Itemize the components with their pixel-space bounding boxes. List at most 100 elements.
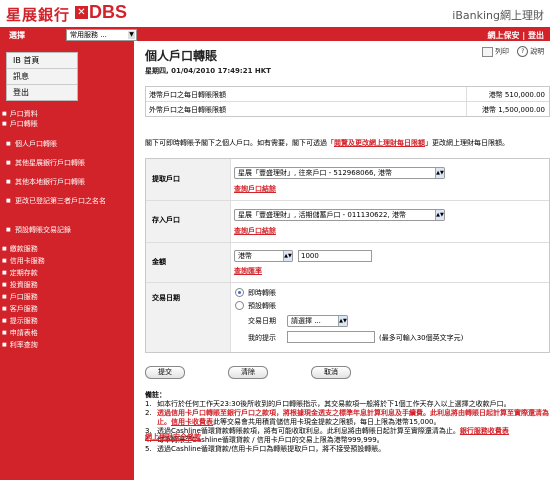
to-balance-link[interactable]: 查詢戶口結餘 [234, 226, 276, 236]
memo-label: 我的提示 [248, 334, 276, 342]
select-label: 選擇 [9, 31, 25, 40]
note-number: 2. [145, 409, 152, 417]
quick-nav-home[interactable]: IB 首頁 [7, 53, 77, 69]
form-row-amount: 金額 港幣 ▲▼ 1000 查詢匯率 [146, 243, 549, 283]
nav-interest-rates[interactable]: 利率查詢 [2, 340, 38, 350]
exchange-rate-link[interactable]: 查詢匯率 [234, 266, 262, 276]
note-text: 如本行於任何工作天23:30後所收到的戶口轉賬指示，其交易款項一般將於下1個工作… [157, 400, 511, 408]
from-account-label: 提取戶口 [152, 175, 180, 183]
note-text: 此等交易會共用積貨儲信用卡現金提款之限額，每日上限為港幣15,000。 [213, 418, 441, 426]
page-actions: 列印 ? 說明 [482, 46, 544, 57]
print-icon[interactable] [482, 46, 493, 57]
chevron-down-icon: ▼ [128, 31, 135, 39]
radio-scheduled[interactable] [235, 301, 244, 310]
logo-chinese: 星展銀行 [6, 6, 71, 24]
services-dropdown[interactable]: 常用服務 ... ▼ [66, 29, 137, 41]
description-text-1: 閣下可即時轉賬予閣下之個人戶口。如有需要，閣下可透過「 [145, 139, 334, 147]
memo-input[interactable] [287, 331, 375, 343]
amount-label: 金額 [152, 258, 166, 266]
chevron-down-icon: ▲▼ [283, 251, 292, 261]
nav-time-deposit[interactable]: 定期存款 [2, 268, 38, 278]
credit-card-fee-link[interactable]: 信用卡收費表 [171, 418, 213, 426]
form-row-date: 交易日期 即時轉賬 預設轉賬 交易日期 請選擇 ... ▲▼ 我的提示 (最多可… [146, 283, 549, 352]
to-account-select[interactable]: 星展「豐盛理財」, 活期儲蓄戶口 - 011130622, 港幣 ▲▼ [234, 209, 445, 221]
nav-account-info[interactable]: 戶口資料 [2, 109, 38, 119]
nav-sub-personal-transfer[interactable]: 個人戶口轉賬 [6, 139, 127, 149]
nav-sub-scheduled-records[interactable]: 預設轉賬交易記錄 [6, 225, 127, 235]
nav-customer-services[interactable]: 客戶服務 [2, 304, 38, 314]
from-account-select[interactable]: 星展「豐盛理財」, 往來戶口 - 512968066, 港幣 ▲▼ [234, 167, 445, 179]
services-dropdown-value: 常用服務 ... [70, 31, 107, 39]
txn-date-select[interactable]: 請選擇 ... ▲▼ [287, 315, 348, 327]
radio-scheduled-label: 預設轉賬 [248, 302, 276, 310]
nav-bill-payment[interactable]: 繳款服務 [2, 244, 38, 254]
logout-link[interactable]: 登出 [528, 31, 544, 40]
form-key-from: 提取戶口 [146, 159, 231, 200]
nav-transfer[interactable]: 戶口轉賬 [2, 119, 38, 129]
limit-row-fx: 外幣戶口之每日轉賬限額 港幣 1,500,000.00 [146, 102, 549, 116]
limit-label-fx: 外幣戶口之每日轉賬限額 [149, 106, 226, 114]
date-label: 交易日期 [152, 294, 180, 302]
top-header: 星展銀行 ✕ DBS iBanking網上理財 [0, 0, 550, 28]
bank-fee-link[interactable]: 銀行服務收費表 [460, 427, 509, 435]
description: 閣下可即時轉賬予閣下之個人戶口。如有需要，閣下可透過「閱覽及更改網上理財每日限額… [145, 138, 549, 148]
top-divider: | [522, 31, 526, 40]
note-text: 透過Cashline循環貸款/信用卡戶口為轉賬提取戶口，將不接受預設轉賬。 [157, 445, 386, 453]
form-key-amount: 金額 [146, 243, 231, 282]
logo-dbs: DBS [89, 2, 128, 22]
cancel-button[interactable]: 取消 [311, 366, 351, 379]
quick-nav-logout[interactable]: 登出 [7, 85, 77, 100]
to-account-label: 存入戶口 [152, 216, 180, 224]
nav-application-forms[interactable]: 申請表格 [2, 328, 38, 338]
amount-input[interactable]: 1000 [298, 250, 372, 262]
quick-nav: IB 首頁 訊息 登出 [6, 52, 78, 101]
limit-value-fx: 港幣 1,500,000.00 [482, 106, 545, 114]
print-link[interactable]: 列印 [495, 48, 509, 56]
ibanking-brand: iBanking網上理財 [452, 9, 544, 22]
nav-alert-services[interactable]: 提示服務 [2, 316, 38, 326]
nav-credit-card[interactable]: 信用卡服務 [2, 256, 45, 266]
nav-investment[interactable]: 投資服務 [2, 280, 38, 290]
note-number: 1. [145, 400, 152, 408]
memo-hint: (最多可輸入30個英文字元) [379, 334, 464, 342]
clear-button[interactable]: 清除 [228, 366, 268, 379]
limit-divider [466, 87, 467, 101]
security-link[interactable]: 網上保安 [487, 31, 519, 40]
limit-table: 港幣戶口之每日轉賬限額 港幣 510,000.00 外幣戶口之每日轉賬限額 港幣… [145, 86, 550, 117]
chevron-down-icon: ▲▼ [435, 210, 444, 220]
page-title: 個人戶口轉賬 [145, 49, 218, 63]
note-item: 1. 如本行於任何工作天23:30後所收到的戶口轉賬指示，其交易款項一般將於下1個… [145, 400, 549, 409]
nav-account-services[interactable]: 戶口服務 [2, 292, 38, 302]
currency-value: 港幣 [238, 252, 252, 260]
nav-sub-dbs-transfer[interactable]: 其他星展銀行戶口轉賬 [6, 158, 127, 168]
from-balance-link[interactable]: 查詢戶口結餘 [234, 184, 276, 194]
radio-immediate[interactable] [235, 288, 244, 297]
chevron-down-icon: ▲▼ [338, 316, 347, 326]
submit-button[interactable]: 提交 [145, 366, 185, 379]
page-datetime: 星期四, 01/04/2010 17:49:21 HKT [145, 67, 271, 75]
nav-sub-local-bank-transfer[interactable]: 其他本地銀行戶口轉賬 [6, 177, 127, 187]
top-links: 網上保安 | 登出 [487, 30, 544, 41]
limit-divider [466, 102, 467, 116]
change-limit-link[interactable]: 閱覽及更改網上理財每日限額 [334, 139, 425, 147]
button-row: 提交 清除 取消 [143, 366, 547, 384]
form-key-to: 存入戶口 [146, 201, 231, 242]
limit-row-hkd: 港幣戶口之每日轉賬限額 港幣 510,000.00 [146, 87, 549, 102]
transfer-form: 提取戶口 星展「豐盛理財」, 往來戶口 - 512968066, 港幣 ▲▼ 查… [145, 158, 550, 353]
note-number: 5. [145, 445, 152, 453]
limit-value-hkd: 港幣 510,000.00 [488, 91, 545, 99]
notes: 備註： 1. 如本行於任何工作天23:30後所收到的戶口轉賬指示，其交易款項一般將… [145, 391, 549, 454]
txn-date-label: 交易日期 [248, 317, 276, 325]
currency-select[interactable]: 港幣 ▲▼ [234, 250, 293, 262]
quick-nav-messages[interactable]: 訊息 [7, 69, 77, 85]
help-link[interactable]: 說明 [530, 48, 544, 56]
form-row-to: 存入戶口 星展「豐盛理財」, 活期儲蓄戶口 - 011130622, 港幣 ▲▼… [146, 201, 549, 243]
form-row-from: 提取戶口 星展「豐盛理財」, 往來戶口 - 512968066, 港幣 ▲▼ 查… [146, 159, 549, 201]
form-key-date: 交易日期 [146, 283, 231, 352]
from-account-value: 星展「豐盛理財」, 往來戶口 - 512968066, 港幣 [238, 169, 392, 177]
help-icon[interactable]: ? [517, 46, 529, 57]
limit-label-hkd: 港幣戶口之每日轉賬限額 [149, 91, 226, 99]
security-terms-link[interactable]: 網上理財安全條款 [145, 432, 201, 442]
to-account-value: 星展「豐盛理財」, 活期儲蓄戶口 - 011130622, 港幣 [238, 211, 406, 219]
nav-sub-third-party-name[interactable]: 更改已登記第三者戶口之名名 [6, 196, 127, 206]
